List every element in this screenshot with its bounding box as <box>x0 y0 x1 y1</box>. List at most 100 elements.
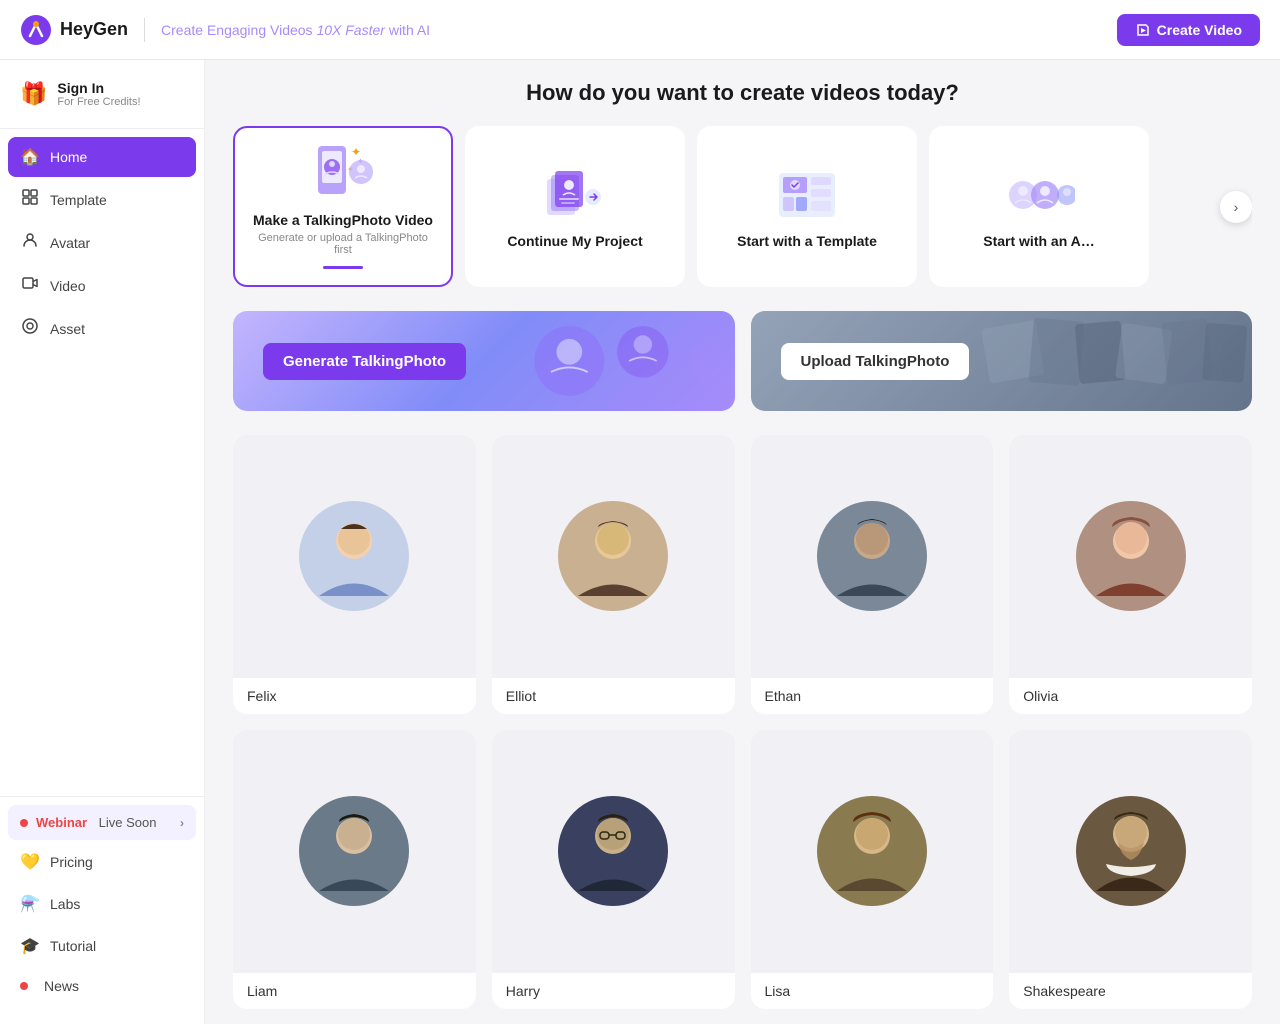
sidebar-item-video[interactable]: Video <box>8 265 196 306</box>
continue-project-title: Continue My Project <box>507 233 642 249</box>
talking-photo-illustration: ✦ ✦ ✦ <box>303 142 383 206</box>
avatar-card-olivia[interactable]: Olivia <box>1009 435 1252 714</box>
talking-photo-sub: Generate or upload a TalkingPhoto first <box>251 232 435 256</box>
avatar-placeholder-felix <box>233 435 476 678</box>
create-video-button[interactable]: Create Video <box>1117 14 1260 46</box>
sidebar-top: 🎁 Sign In For Free Credits! <box>0 72 204 129</box>
avatar-card-shakespeare[interactable]: Shakespeare <box>1009 730 1252 1009</box>
sidebar-item-tutorial[interactable]: 🎓 Tutorial <box>8 926 196 966</box>
webinar-soon-label: Live Soon <box>95 815 156 830</box>
sidebar-label-avatar: Avatar <box>50 235 90 251</box>
avatar-name-liam: Liam <box>233 973 476 1009</box>
webinar-arrow-icon: › <box>180 816 184 830</box>
sign-in-label: Sign In <box>57 80 140 96</box>
sign-in-item[interactable]: 🎁 Sign In For Free Credits! <box>12 72 192 116</box>
avatar-placeholder-liam <box>233 730 476 973</box>
avatar-card-harry[interactable]: Harry <box>492 730 735 1009</box>
avatar-card-lisa[interactable]: Lisa <box>751 730 994 1009</box>
avatar-card-liam[interactable]: Liam <box>233 730 476 1009</box>
pricing-icon: 💛 <box>20 852 40 872</box>
create-video-icon <box>1135 22 1151 38</box>
avatar-grid: Felix Elliot <box>233 435 1252 1024</box>
sidebar-item-avatar[interactable]: Avatar <box>8 222 196 263</box>
tagline-highlight: 10X Faster <box>316 22 384 38</box>
sidebar-item-news[interactable]: News <box>8 968 196 1004</box>
sidebar-item-webinar[interactable]: Webinar Live Soon › <box>8 805 196 840</box>
how-to-card-talking-photo[interactable]: ✦ ✦ ✦ Make a TalkingPhoto Video Generate… <box>233 126 453 287</box>
upload-art-illustration <box>976 311 1252 411</box>
avatar-name-olivia: Olivia <box>1009 678 1252 714</box>
sidebar-label-asset: Asset <box>50 321 85 337</box>
labs-icon: ⚗️ <box>20 894 40 914</box>
avatar-placeholder-harry <box>492 730 735 973</box>
sidebar-item-pricing[interactable]: 💛 Pricing <box>8 842 196 882</box>
continue-project-art <box>543 165 607 225</box>
template-icon <box>20 189 40 210</box>
create-video-label: Create Video <box>1157 22 1242 38</box>
upload-action-card[interactable]: Upload TalkingPhoto <box>751 311 1253 411</box>
avatar-image-harry <box>492 730 735 973</box>
gift-icon: 🎁 <box>20 81 47 107</box>
how-to-card-start-avatar[interactable]: Start with an A… <box>929 126 1149 287</box>
avatar-image-ethan <box>751 435 994 678</box>
avatar-image-shakespeare <box>1009 730 1252 973</box>
sidebar-label-labs: Labs <box>50 896 80 912</box>
talking-photo-title: Make a TalkingPhoto Video <box>253 212 433 228</box>
sign-in-sub: For Free Credits! <box>57 96 140 108</box>
sidebar-item-asset[interactable]: Asset <box>8 308 196 349</box>
logo: HeyGen <box>20 14 128 46</box>
header-divider <box>144 18 145 42</box>
sidebar-label-tutorial: Tutorial <box>50 938 96 954</box>
avatar-image-liam <box>233 730 476 973</box>
start-avatar-title: Start with an A… <box>983 233 1095 249</box>
video-icon <box>20 275 40 296</box>
sidebar-item-labs[interactable]: ⚗️ Labs <box>8 884 196 924</box>
how-to-card-start-template[interactable]: Start with a Template <box>697 126 917 287</box>
sidebar-label-video: Video <box>50 278 86 294</box>
webinar-dot <box>20 819 28 827</box>
sidebar-label-news: News <box>44 978 79 994</box>
sidebar-item-home[interactable]: 🏠 Home <box>8 137 196 177</box>
avatar-card-ethan[interactable]: Ethan <box>751 435 994 714</box>
avatar-name-lisa: Lisa <box>751 973 994 1009</box>
avatar-placeholder-elliot <box>492 435 735 678</box>
how-to-card-continue-project[interactable]: Continue My Project <box>465 126 685 287</box>
generate-art-illustration <box>459 311 735 411</box>
generate-action-card[interactable]: Generate TalkingPhoto <box>233 311 735 411</box>
avatar-image-lisa <box>751 730 994 973</box>
avatar-card-elliot[interactable]: Elliot <box>492 435 735 714</box>
avatar-image-elliot <box>492 435 735 678</box>
sidebar-nav: 🏠 Home Template Avatar Video <box>0 137 204 796</box>
avatar-card-felix[interactable]: Felix <box>233 435 476 714</box>
sidebar-item-template[interactable]: Template <box>8 179 196 220</box>
avatar-name-felix: Felix <box>233 678 476 714</box>
actions-row: Generate TalkingPhoto Upload TalkingPhot… <box>233 311 1252 411</box>
sidebar-label-template: Template <box>50 192 107 208</box>
start-avatar-illustration <box>1003 167 1075 223</box>
avatar-image-olivia <box>1009 435 1252 678</box>
sidebar-label-home: Home <box>50 149 87 165</box>
sidebar: 🎁 Sign In For Free Credits! 🏠 Home Templ… <box>0 60 205 1024</box>
tagline-suffix: with AI <box>385 22 430 38</box>
carousel-next-button[interactable]: › <box>1220 191 1252 223</box>
avatar-placeholder-olivia <box>1009 435 1252 678</box>
sidebar-label-pricing: Pricing <box>50 854 93 870</box>
sidebar-bottom: Webinar Live Soon › 💛 Pricing ⚗️ Labs 🎓 … <box>0 796 204 1012</box>
tutorial-icon: 🎓 <box>20 936 40 956</box>
talking-photo-indicator <box>323 266 363 269</box>
logo-text: HeyGen <box>60 19 128 40</box>
content-area: How do you want to create videos today? <box>205 60 1280 1024</box>
avatar-icon <box>20 232 40 253</box>
header-tagline: Create Engaging Videos 10X Faster with A… <box>161 22 430 38</box>
continue-project-illustration <box>543 167 607 223</box>
generate-talkingphoto-button[interactable]: Generate TalkingPhoto <box>263 343 466 380</box>
upload-talkingphoto-button[interactable]: Upload TalkingPhoto <box>781 343 970 380</box>
avatar-placeholder-shakespeare <box>1009 730 1252 973</box>
start-template-illustration <box>775 167 839 223</box>
tagline-prefix: Create Engaging Videos <box>161 22 316 38</box>
start-template-art <box>775 165 839 225</box>
start-avatar-art <box>1003 165 1075 225</box>
how-to-cards-row: ✦ ✦ ✦ Make a TalkingPhoto Video Generate… <box>233 126 1252 287</box>
avatar-placeholder-lisa <box>751 730 994 973</box>
avatar-name-shakespeare: Shakespeare <box>1009 973 1252 1009</box>
